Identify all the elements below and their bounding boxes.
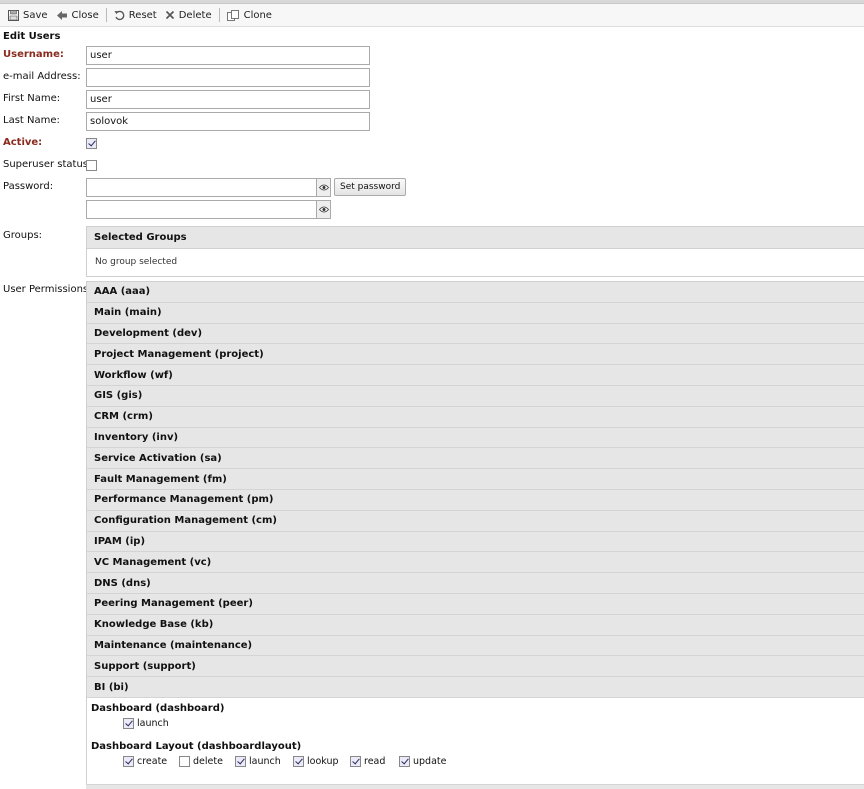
first-name-label: First Name:: [3, 93, 61, 104]
permission-label: lookup: [307, 756, 339, 767]
email-label: e-mail Address:: [3, 71, 81, 82]
close-label: Close: [71, 9, 99, 21]
permission-module-row[interactable]: CRM (crm): [87, 406, 864, 428]
permission-module-row[interactable]: Peering Management (peer): [87, 593, 864, 615]
undo-icon: [114, 10, 125, 20]
permission-module-row[interactable]: AAA (aaa): [87, 282, 864, 303]
permission-item[interactable]: launch: [123, 718, 169, 729]
toolbar-separator: [105, 8, 107, 22]
permission-module-row[interactable]: Service Activation (sa): [87, 448, 864, 470]
last-name-label: Last Name:: [3, 115, 60, 126]
arrow-left-icon: [56, 10, 67, 20]
save-button[interactable]: Save: [4, 6, 52, 25]
no-group-selected-text: No group selected: [95, 257, 178, 267]
permission-checkbox[interactable]: [123, 756, 134, 767]
permission-item[interactable]: read: [350, 756, 385, 767]
delete-label: Delete: [178, 9, 212, 21]
delete-button[interactable]: Delete: [161, 6, 216, 25]
permission-module-row[interactable]: VC Management (vc): [87, 552, 864, 574]
permission-item[interactable]: update: [399, 756, 446, 767]
toolbar: Save Close Reset Delete Clone: [0, 4, 864, 27]
permission-item[interactable]: lookup: [293, 756, 339, 767]
panel-bottom-border: [86, 784, 864, 789]
username-label: Username:: [3, 49, 64, 60]
username-field[interactable]: user: [86, 46, 370, 65]
permission-label: launch: [137, 718, 169, 729]
permission-checkbox[interactable]: [399, 756, 410, 767]
user-permissions-label: User Permissions:: [3, 284, 92, 295]
first-name-field[interactable]: user: [86, 90, 370, 109]
permission-module-row[interactable]: Configuration Management (cm): [87, 510, 864, 532]
permission-module-row[interactable]: Project Management (project): [87, 344, 864, 366]
last-name-field[interactable]: solovok: [86, 112, 370, 131]
show-password-confirm-toggle[interactable]: [317, 200, 331, 219]
eye-icon: [318, 184, 329, 191]
active-checkbox[interactable]: [86, 138, 97, 149]
password-field[interactable]: [86, 178, 317, 197]
permission-checkbox[interactable]: [293, 756, 304, 767]
close-button[interactable]: Close: [52, 6, 103, 25]
permission-label: create: [137, 756, 168, 767]
superuser-checkbox[interactable]: [86, 160, 97, 171]
clone-button[interactable]: Clone: [223, 6, 276, 25]
permission-label: delete: [193, 756, 223, 767]
password-confirm-field[interactable]: [86, 200, 317, 219]
permission-module-row[interactable]: Inventory (inv): [87, 427, 864, 449]
eye-icon: [318, 206, 329, 213]
permission-item[interactable]: create: [123, 756, 167, 767]
permission-module-row[interactable]: Support (support): [87, 656, 864, 678]
floppy-disk-icon: [8, 9, 19, 21]
permission-module-row[interactable]: DNS (dns): [87, 573, 864, 594]
permission-module-row[interactable]: GIS (gis): [87, 385, 864, 407]
reset-label: Reset: [128, 9, 157, 21]
permission-checkbox[interactable]: [179, 756, 190, 767]
superuser-label: Superuser status:: [3, 159, 92, 170]
permission-label: read: [364, 756, 386, 767]
permission-item[interactable]: launch: [235, 756, 281, 767]
copy-icon: [226, 9, 239, 21]
permission-item[interactable]: delete: [179, 756, 223, 767]
groups-panel: Selected Groups No group selected: [86, 226, 864, 277]
permission-module-row[interactable]: Main (main): [87, 302, 864, 324]
set-password-button[interactable]: Set password: [334, 178, 407, 196]
clone-label: Clone: [243, 9, 272, 21]
permission-module-row[interactable]: Development (dev): [87, 323, 864, 345]
permission-label: update: [413, 756, 447, 767]
dashboard-module-title[interactable]: Dashboard (dashboard): [91, 703, 224, 714]
page-title: Edit Users: [3, 31, 61, 42]
permission-module-row[interactable]: Fault Management (fm): [87, 469, 864, 490]
permission-checkbox[interactable]: [350, 756, 361, 767]
permission-label: launch: [249, 756, 281, 767]
permission-module-row[interactable]: IPAM (ip): [87, 531, 864, 553]
groups-label: Groups:: [3, 230, 43, 241]
show-password-toggle[interactable]: [317, 178, 331, 197]
dashboard-layout-module-title[interactable]: Dashboard Layout (dashboardlayout): [91, 741, 301, 752]
permission-module-row[interactable]: Performance Management (pm): [87, 489, 864, 511]
permission-checkbox[interactable]: [235, 756, 246, 767]
permission-module-row[interactable]: BI (bi): [87, 677, 864, 698]
permission-module-row[interactable]: Knowledge Base (kb): [87, 614, 864, 636]
save-label: Save: [23, 9, 48, 21]
toolbar-separator: [218, 8, 220, 22]
email-field[interactable]: [86, 68, 370, 87]
permission-module-row[interactable]: Workflow (wf): [87, 365, 864, 386]
delete-x-icon: [165, 10, 174, 20]
active-label: Active:: [3, 137, 43, 148]
selected-groups-header[interactable]: Selected Groups: [87, 227, 864, 249]
permission-module-row[interactable]: Maintenance (maintenance): [87, 635, 864, 657]
password-label: Password:: [3, 181, 54, 192]
permission-checkbox[interactable]: [123, 718, 134, 729]
reset-button[interactable]: Reset: [110, 6, 161, 25]
